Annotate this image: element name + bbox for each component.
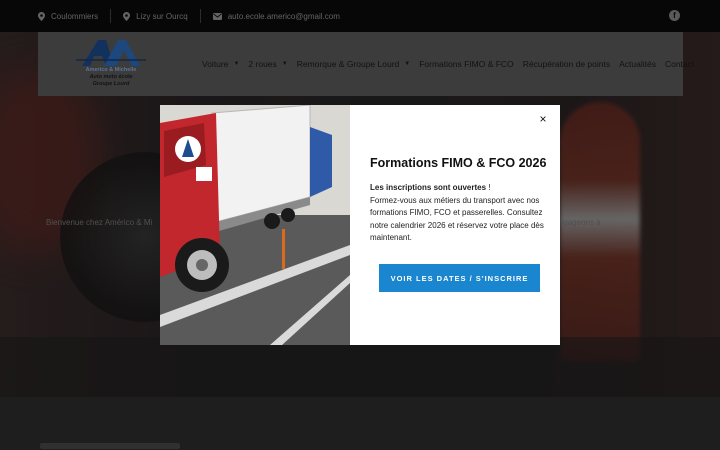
popup-modal: × Formations FIMO & FCO 2026 Les inscrip… (160, 105, 560, 345)
truck-illustration (160, 105, 350, 345)
register-button[interactable]: VOIR LES DATES / S'INSCRIRE (379, 264, 540, 292)
modal-content: × Formations FIMO & FCO 2026 Les inscrip… (350, 105, 560, 345)
modal-intro: Les inscriptions sont ouvertes (370, 183, 487, 192)
modal-text: Les inscriptions sont ouvertes ! Formez-… (370, 182, 545, 245)
modal-title: Formations FIMO & FCO 2026 (370, 156, 547, 170)
modal-intro-rest: ! (486, 183, 491, 192)
close-icon[interactable]: × (536, 112, 550, 126)
modal-body: Formez-vous aux métiers du transport ave… (370, 195, 544, 243)
truck-image (160, 105, 350, 345)
